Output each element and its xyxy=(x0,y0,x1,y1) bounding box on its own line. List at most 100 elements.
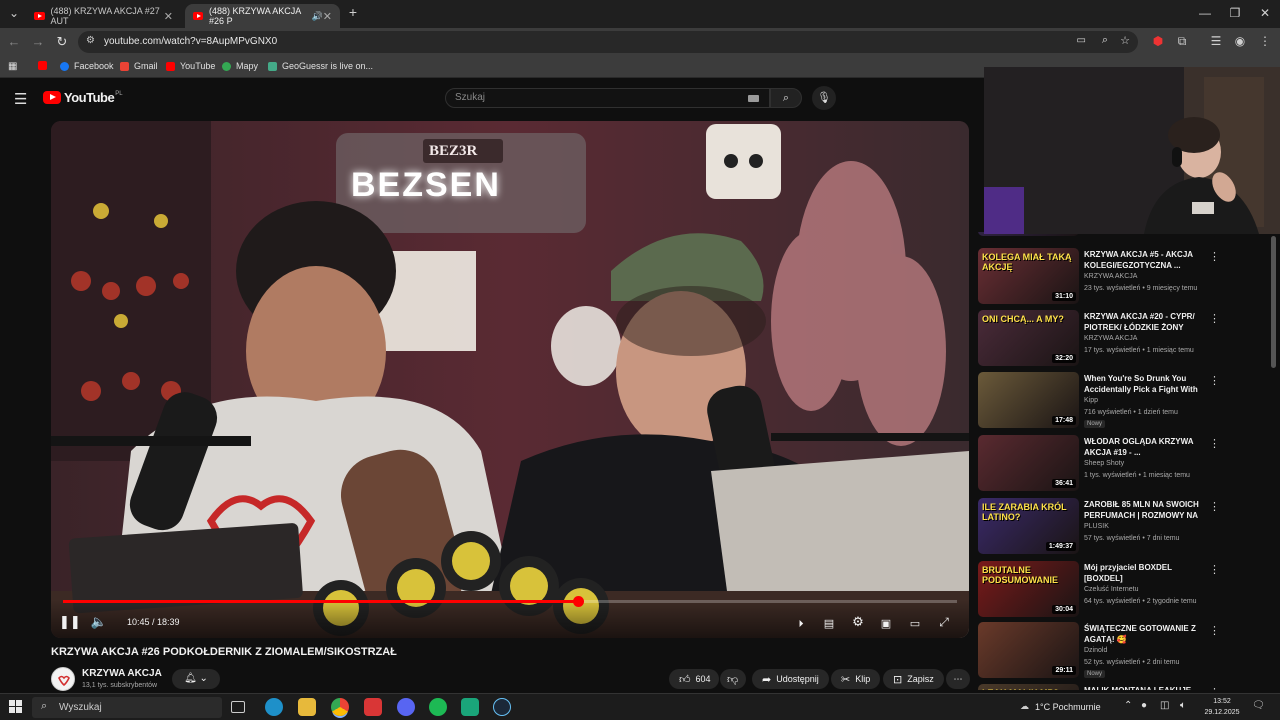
recommended-video[interactable]: 17:48 When You're So Drunk You Accidental… xyxy=(978,372,1280,432)
video-title[interactable]: When You're So Drunk You Accidentally Pi… xyxy=(1084,373,1206,395)
url-text[interactable]: youtube.com/watch?v=8AupMPvGNX0 xyxy=(104,36,277,47)
more-vertical-icon[interactable]: ⋮ xyxy=(1209,437,1220,450)
windows-start-icon[interactable] xyxy=(9,700,23,714)
recommended-video[interactable]: ILE ZARABIA KRÓL LATINO? 1:49:37 ZAROBIŁ 8… xyxy=(978,498,1280,558)
cast-icon[interactable]: ▭ xyxy=(1077,35,1086,46)
channel-name[interactable]: KRZYWA AKCJA xyxy=(82,668,162,679)
channel-name[interactable]: KRZYWA AKCJA xyxy=(1084,273,1137,280)
tab-krzywa-akcja-26[interactable]: (488) KRZYWA AKCJA #26 P 🔊 ✕ xyxy=(185,4,340,28)
video-thumbnail[interactable]: KOLEGA MIAŁ TAKĄ AKCJĘ 31:10 xyxy=(978,248,1079,304)
spotify-icon[interactable] xyxy=(429,698,447,716)
site-info-icon[interactable]: ⚙ xyxy=(86,35,95,46)
taskbar-search-input[interactable]: ⌕ Wyszukaj xyxy=(32,697,222,718)
video-title[interactable]: ŚWIĄTECZNE GOTOWANIE Z AGATĄ! 🥰 xyxy=(1084,623,1206,645)
video-thumbnail[interactable]: LEAK MALIK MP3 xyxy=(978,684,1079,690)
recommended-video[interactable]: KOLEGA MIAŁ TAKĄ AKCJĘ 31:10 KRZYWA AKCJA … xyxy=(978,248,1280,308)
reload-icon[interactable]: ↻ xyxy=(54,34,70,50)
microphone-icon[interactable]: 🎙 xyxy=(812,86,836,110)
channel-name[interactable]: PLUSIK xyxy=(1084,523,1109,530)
video-title[interactable]: KRZYWA AKCJA #5 - AKCJA KOLEGI/EGZOTYCZN… xyxy=(1084,249,1206,271)
channel-name[interactable]: Czeluść Internetu xyxy=(1084,586,1138,593)
more-vertical-icon[interactable]: ⋮ xyxy=(1209,563,1220,576)
bookmark-star-icon[interactable]: ☆ xyxy=(1120,34,1130,47)
video-title[interactable]: ZAROBIŁ 85 MLN NA SWOICH PERFUMACH | ROZ… xyxy=(1084,499,1206,521)
discord-icon[interactable] xyxy=(397,698,415,716)
steam-icon[interactable] xyxy=(493,698,511,716)
video-thumbnail[interactable]: 17:48 xyxy=(978,372,1079,428)
channel-name[interactable]: Dzinold xyxy=(1084,647,1107,654)
sidebar-scrollbar[interactable] xyxy=(1271,236,1276,368)
channel-name[interactable]: Sheep Shoty xyxy=(1084,460,1124,467)
recommended-video[interactable]: BRUTALNE PODSUMOWANIE 30:04 Mój przyjaciel… xyxy=(978,561,1280,621)
edge-icon[interactable] xyxy=(265,698,283,716)
extensions-puzzle-icon[interactable]: ⧉ xyxy=(1174,34,1190,50)
pause-button[interactable]: ❚❚ xyxy=(59,614,81,630)
search-button[interactable]: ⌕ xyxy=(770,88,802,108)
more-vertical-icon[interactable]: ⋮ xyxy=(1209,686,1220,690)
more-vertical-icon[interactable]: ⋮ xyxy=(1209,250,1220,263)
subtitles-icon[interactable]: ▤ xyxy=(819,617,839,630)
address-bar[interactable]: ⚙ youtube.com/watch?v=8AupMPvGNX0 ▭ ⌕ ☆ xyxy=(78,31,1138,53)
video-thumbnail[interactable]: 29:11 xyxy=(978,622,1079,678)
system-clock[interactable]: 13:52 29.12.2025 xyxy=(1204,696,1240,718)
profile-avatar-icon[interactable]: ◉ xyxy=(1232,34,1248,50)
audio-playing-icon[interactable]: 🔊 xyxy=(312,11,323,22)
tray-chevron-up-icon[interactable]: ⌃ xyxy=(1124,700,1132,711)
progress-scrubber[interactable] xyxy=(572,596,584,607)
tray-volume-icon[interactable]: 🔈︎ xyxy=(1180,700,1186,711)
video-player[interactable]: BEZ3R BEZSEN ❚❚ 🔈 10:45 / 18:39 ⏵ ▤ ⚙ ▣ … xyxy=(51,121,969,638)
bookmark-gmail[interactable]: Gmail xyxy=(120,61,158,71)
more-vertical-icon[interactable]: ⋮ xyxy=(1209,500,1220,513)
task-view-icon[interactable] xyxy=(231,701,245,713)
forward-icon[interactable]: → xyxy=(30,34,46,49)
fullscreen-icon[interactable]: ⤢ xyxy=(934,615,954,630)
video-thumbnail[interactable]: ILE ZARABIA KRÓL LATINO? 1:49:37 xyxy=(978,498,1079,554)
like-button[interactable]: 👍︎ 604 xyxy=(669,669,719,689)
clip-button[interactable]: ✂ Klip xyxy=(831,669,881,689)
zoom-icon[interactable]: ⌕ xyxy=(1102,34,1108,47)
minimize-button[interactable]: — xyxy=(1194,6,1216,20)
notifications-icon[interactable]: 🗨 xyxy=(1252,700,1265,711)
search-input[interactable]: Szukaj xyxy=(445,88,770,108)
recommended-video[interactable]: 29:11 ŚWIĄTECZNE GOTOWANIE Z AGATĄ! 🥰 Dzin… xyxy=(978,622,1280,682)
tab-search-icon[interactable]: ⌄ xyxy=(6,6,22,22)
video-thumbnail[interactable]: ONI CHCĄ... A MY? 32:20 xyxy=(978,310,1079,366)
recommended-video[interactable]: LEAK MALIK MP3 MALIK MONTANA LEAKUJE⋮ xyxy=(978,684,1280,690)
autoplay-toggle[interactable]: ⏵ xyxy=(791,619,811,630)
tab-krzywa-akcja-27[interactable]: (488) KRZYWA AKCJA #27 AUT ✕ xyxy=(26,4,181,28)
progress-bar[interactable] xyxy=(63,596,957,607)
video-thumbnail[interactable]: BRUTALNE PODSUMOWANIE 30:04 xyxy=(978,561,1079,617)
miniplayer-icon[interactable]: ▣ xyxy=(876,617,896,630)
channel-name[interactable]: Kipp xyxy=(1084,397,1098,404)
bookmark-youtube-icon[interactable] xyxy=(38,61,52,70)
menu-icon[interactable]: ☰ xyxy=(14,90,27,108)
more-vertical-icon[interactable]: ⋮ xyxy=(1209,624,1220,637)
video-title[interactable]: WŁODAR OGLĄDA KRZYWA AKCJA #19 - ... xyxy=(1084,436,1206,458)
chrome-icon[interactable] xyxy=(331,698,349,716)
bookmark-geoguessr[interactable]: GeoGuessr is live on... xyxy=(268,61,373,71)
youtube-logo[interactable]: YouTube PL xyxy=(43,90,123,105)
save-button[interactable]: ⊡ Zapisz xyxy=(883,669,944,689)
app-green-icon[interactable] xyxy=(461,698,479,716)
channel-avatar[interactable] xyxy=(51,667,75,691)
video-title[interactable]: MALIK MONTANA LEAKUJE xyxy=(1084,685,1206,690)
dislike-button[interactable]: 👎︎ xyxy=(720,669,746,689)
tray-network-icon[interactable]: ◫ xyxy=(1160,700,1169,711)
channel-name[interactable]: KRZYWA AKCJA xyxy=(1084,335,1137,342)
recommended-video[interactable]: 36:41 WŁODAR OGLĄDA KRZYWA AKCJA #19 - ..… xyxy=(978,435,1280,495)
reading-list-icon[interactable]: ☰ xyxy=(1208,34,1224,50)
video-thumbnail[interactable]: 36:41 xyxy=(978,435,1079,491)
back-icon[interactable]: ← xyxy=(6,34,22,49)
settings-gear-icon[interactable]: ⚙ xyxy=(848,614,868,630)
extension-red-icon[interactable]: ⬢ xyxy=(1150,34,1166,50)
video-title[interactable]: KRZYWA AKCJA #20 - CYPR/ PIOTREK/ ŁÓDZKI… xyxy=(1084,311,1206,333)
cast-icon[interactable]: ▭ xyxy=(905,617,925,630)
tray-mic-icon[interactable]: ● xyxy=(1141,700,1147,711)
more-actions-button[interactable]: ⋯ xyxy=(946,669,970,689)
bookmark-youtube[interactable]: YouTube xyxy=(166,61,215,71)
more-vertical-icon[interactable]: ⋮ xyxy=(1209,312,1220,325)
video-title[interactable]: Mój przyjaciel BOXDEL [BOXDEL] xyxy=(1084,562,1206,584)
apps-grid-icon[interactable]: ▦ xyxy=(8,61,17,72)
close-tab-icon[interactable]: ✕ xyxy=(164,10,173,23)
browser-menu-icon[interactable]: ⋮ xyxy=(1257,34,1273,50)
